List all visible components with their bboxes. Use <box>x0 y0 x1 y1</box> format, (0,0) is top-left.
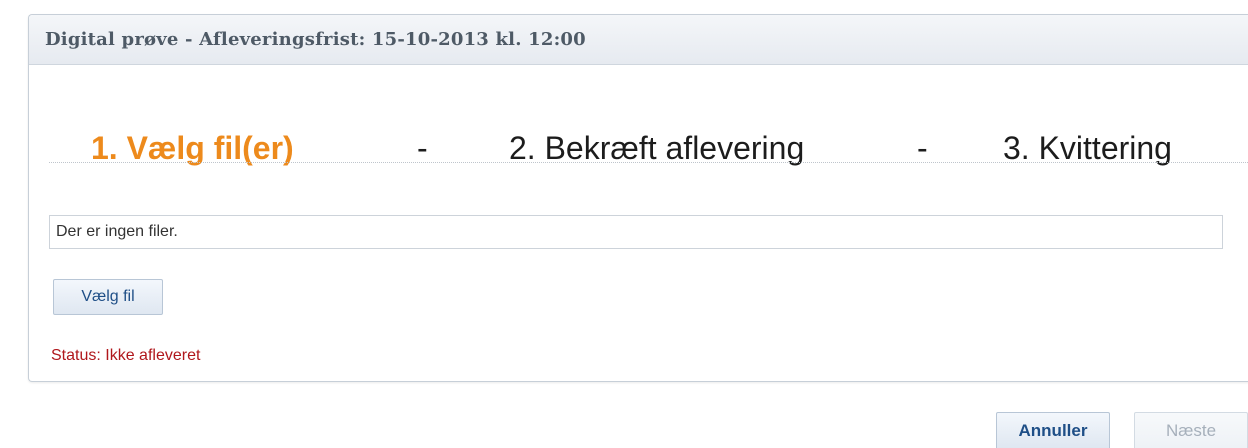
submission-status: Status: Ikke afleveret <box>51 347 201 364</box>
cancel-button-label: Annuller <box>1018 420 1088 440</box>
next-button-label: Næste <box>1165 420 1217 440</box>
submission-dialog: Digital prøve - Afleveringsfrist: 15-10-… <box>28 14 1248 382</box>
choose-file-button[interactable]: Vælg fil <box>53 279 163 315</box>
dialog-header: Digital prøve - Afleveringsfrist: 15-10-… <box>29 15 1248 65</box>
steps-divider <box>49 162 1248 163</box>
file-list: Der er ingen filer. <box>49 215 1223 249</box>
next-button[interactable]: Næste <box>1134 412 1248 448</box>
cancel-button[interactable]: Annuller <box>996 412 1110 448</box>
dialog-title: Digital prøve - Afleveringsfrist: 15-10-… <box>45 29 586 50</box>
choose-file-button-label: Vælg fil <box>81 288 135 305</box>
file-list-empty-text: Der er ingen filer. <box>56 223 178 240</box>
